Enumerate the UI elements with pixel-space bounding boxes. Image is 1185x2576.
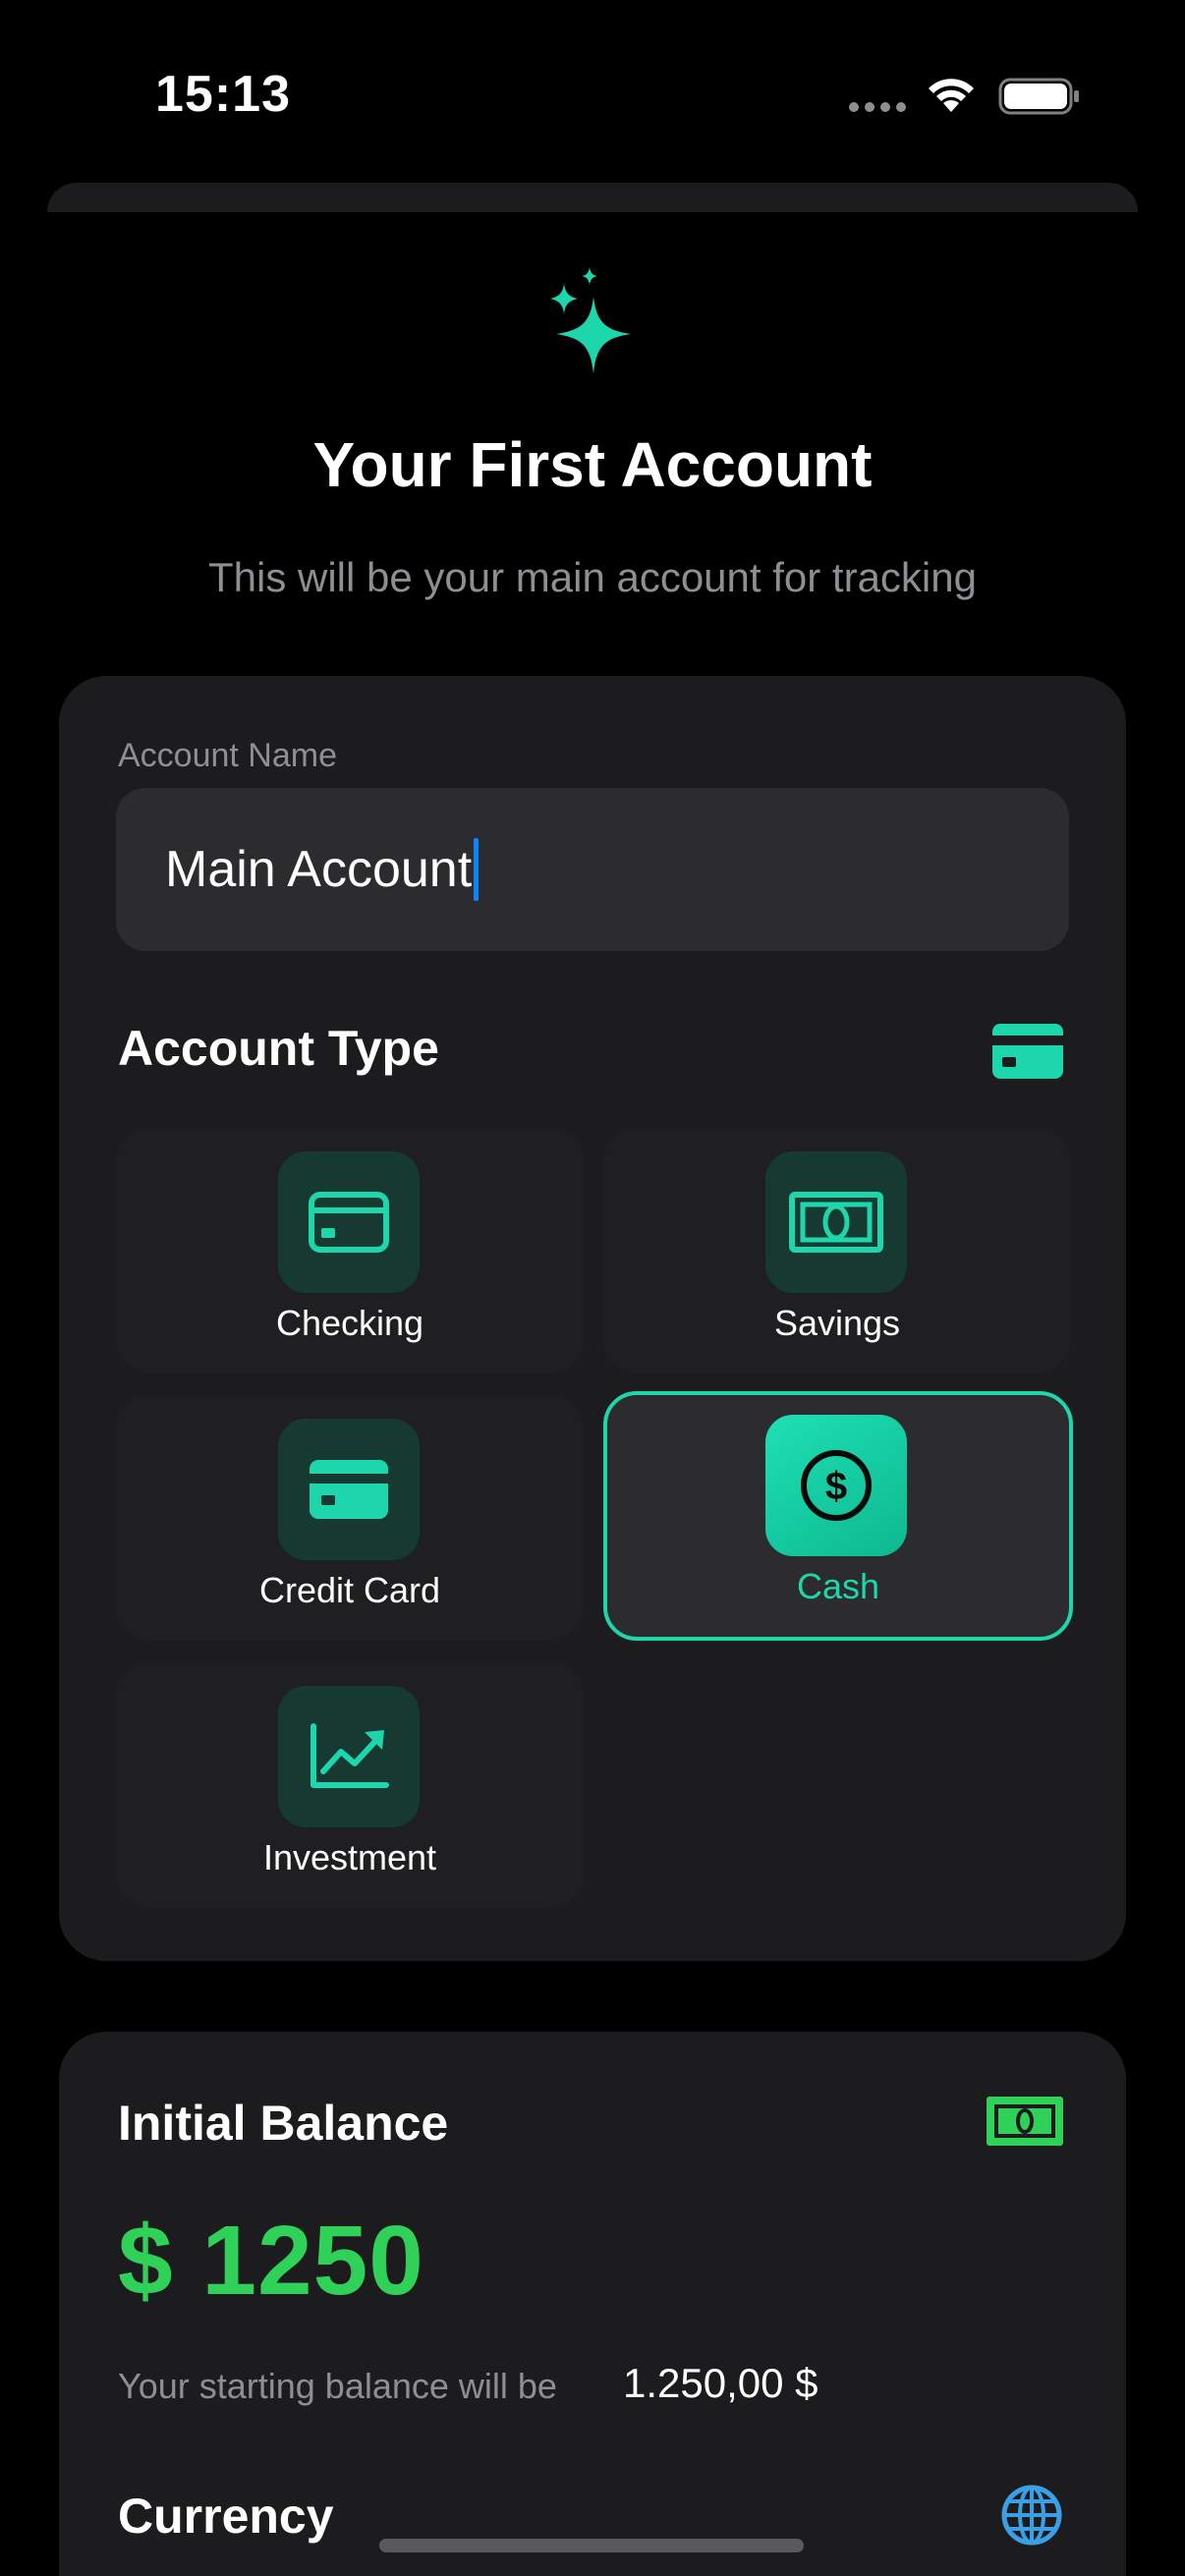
banknote-icon <box>789 1192 883 1253</box>
account-type-label: Cash <box>796 1566 880 1606</box>
account-type-investment[interactable]: Investment <box>116 1662 584 1908</box>
initial-balance-card: Initial Balance $ 1250 Your starting bal… <box>59 2032 1126 2576</box>
account-details-card: Account Name Main Account Account Type C… <box>59 676 1126 1961</box>
svg-text:$: $ <box>825 1465 847 1508</box>
home-indicator[interactable] <box>379 2539 804 2552</box>
balance-amount-input[interactable]: $ 1250 <box>118 2205 424 2318</box>
account-type-title: Account Type <box>118 1021 439 1076</box>
battery-icon <box>998 78 1079 115</box>
credit-card-icon <box>992 1024 1063 1079</box>
account-type-savings[interactable]: Savings <box>603 1128 1071 1373</box>
account-type-checking[interactable]: Checking <box>116 1128 584 1373</box>
text-caret <box>474 838 480 901</box>
credit-card-icon <box>310 1460 388 1519</box>
account-type-cash[interactable]: $ Cash <box>603 1391 1073 1641</box>
account-type-label: Investment <box>262 1837 437 1877</box>
banknote-icon <box>987 2097 1063 2146</box>
wifi-icon <box>929 79 974 112</box>
sheet-top-edge <box>47 183 1138 212</box>
currency-title: Currency <box>118 2489 334 2544</box>
initial-balance-title: Initial Balance <box>118 2096 449 2151</box>
account-name-label: Account Name <box>118 737 337 774</box>
page-subtitle: This will be your main account for track… <box>208 554 977 600</box>
chart-trend-icon <box>310 1723 389 1788</box>
account-type-label: Checking <box>275 1303 424 1343</box>
status-time: 15:13 <box>155 66 291 123</box>
cellular-signal-icon <box>849 102 906 112</box>
account-name-input[interactable]: Main Account <box>116 788 1069 951</box>
card-outline-icon <box>309 1192 389 1253</box>
balance-hint: Your starting balance will be <box>118 2366 557 2406</box>
status-bar: 15:13 <box>0 0 1185 187</box>
account-type-label: Savings <box>773 1303 901 1343</box>
globe-icon[interactable] <box>1000 2484 1063 2547</box>
formatted-balance: 1.250,00 $ <box>623 2360 818 2406</box>
sparkles-icon <box>550 267 631 373</box>
account-type-credit-card[interactable]: Credit Card <box>116 1395 584 1641</box>
account-type-label: Credit Card <box>258 1570 441 1610</box>
page-title: Your First Account <box>312 429 873 500</box>
account-name-value: Main Account <box>165 841 473 898</box>
dollar-circle-icon: $ <box>801 1450 872 1521</box>
